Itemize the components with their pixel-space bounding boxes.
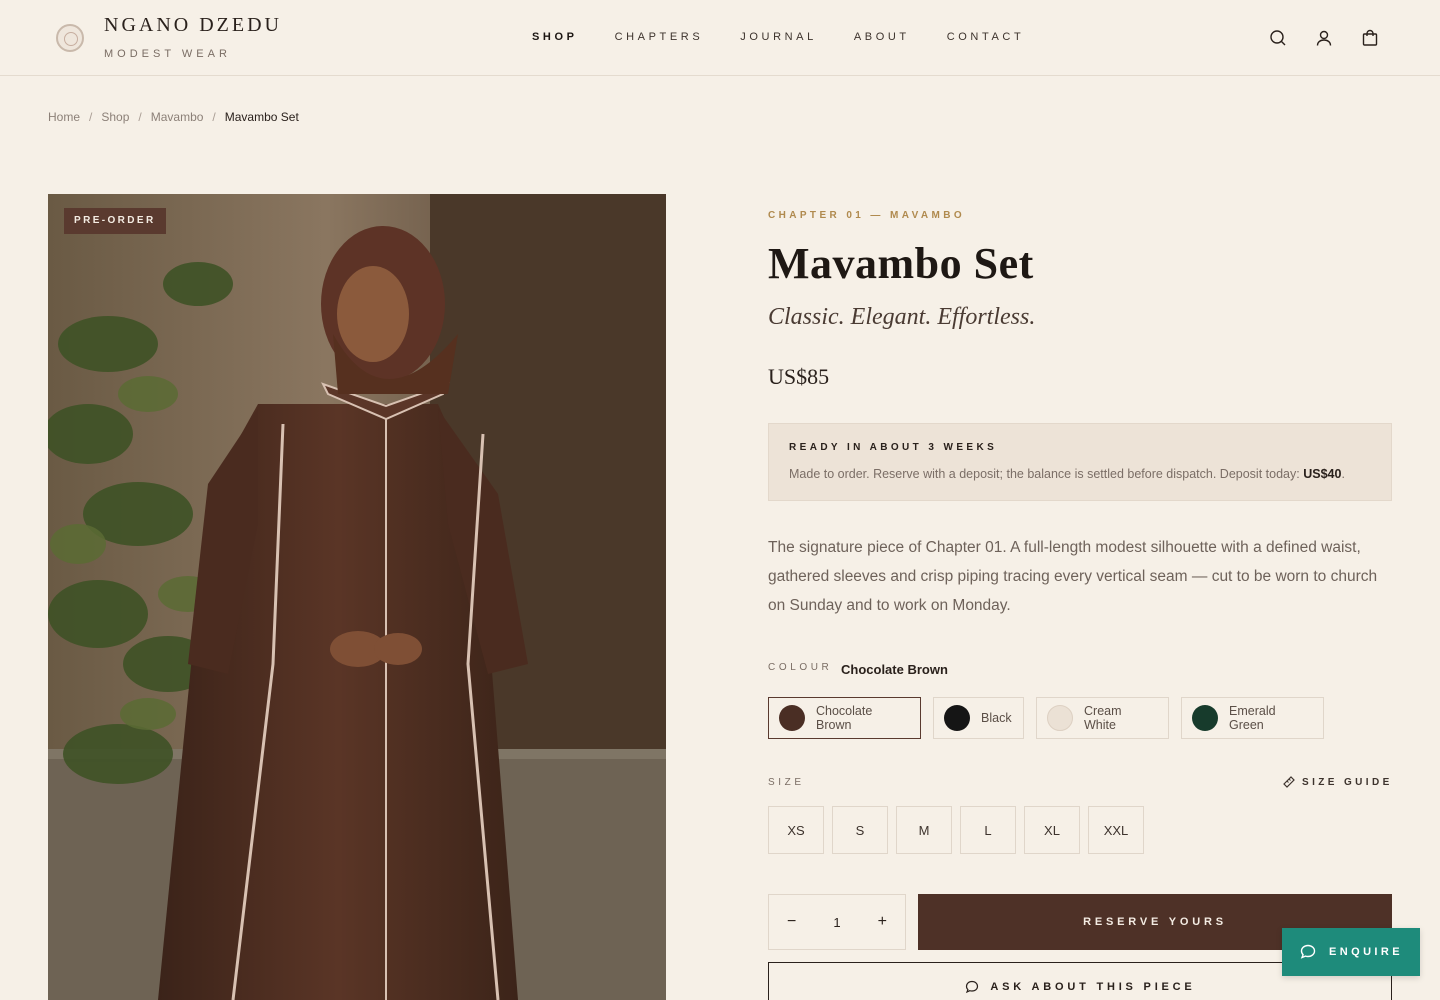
breadcrumb-separator: / bbox=[89, 110, 93, 124]
colour-option-label: Emerald Green bbox=[1229, 704, 1276, 732]
colour-label: COLOUR bbox=[768, 662, 833, 673]
notice-text: Made to order. Reserve with a deposit; t… bbox=[789, 467, 1345, 481]
product-photo bbox=[48, 194, 666, 1000]
size-option-s[interactable]: S bbox=[832, 806, 888, 854]
colour-dot bbox=[1192, 705, 1218, 731]
brand-tagline: MODEST WEAR bbox=[104, 48, 231, 60]
quantity-stepper: − 1 + bbox=[768, 894, 906, 950]
size-option-xl[interactable]: XL bbox=[1024, 806, 1080, 854]
chapter-eyebrow: CHAPTER 01 — MAVAMBO bbox=[768, 210, 966, 221]
main-nav: SHOP CHAPTERS JOURNAL ABOUT CONTACT bbox=[532, 31, 1024, 43]
cart-icon[interactable] bbox=[1360, 28, 1380, 48]
nav-item-shop[interactable]: SHOP bbox=[532, 31, 578, 43]
breadcrumb-separator: / bbox=[212, 110, 216, 124]
size-option-l[interactable]: L bbox=[960, 806, 1016, 854]
chat-bubble-icon bbox=[966, 980, 979, 994]
colour-option-chocolate-brown[interactable]: Chocolate Brown bbox=[768, 697, 921, 739]
ask-label: ASK ABOUT THIS PIECE bbox=[990, 981, 1196, 993]
breadcrumb-current: Mavambo Set bbox=[224, 110, 299, 124]
size-guide-label: SIZE GUIDE bbox=[1302, 776, 1393, 788]
ruler-icon bbox=[1283, 776, 1295, 788]
site-header: NGANO DZEDU MODEST WEAR SHOP CHAPTERS JO… bbox=[0, 0, 1440, 76]
colour-dot bbox=[944, 705, 970, 731]
size-option-m[interactable]: M bbox=[896, 806, 952, 854]
product-subtitle: Classic. Elegant. Effortless. bbox=[768, 304, 1036, 330]
colour-option-label: Chocolate Brown bbox=[816, 704, 873, 732]
breadcrumb-mavambo[interactable]: Mavambo bbox=[151, 110, 204, 124]
size-option-xs[interactable]: XS bbox=[768, 806, 824, 854]
notice-title: READY IN ABOUT 3 WEEKS bbox=[789, 442, 998, 453]
pre-order-notice: READY IN ABOUT 3 WEEKS Made to order. Re… bbox=[768, 423, 1392, 501]
size-option-xxl[interactable]: XXL bbox=[1088, 806, 1144, 854]
product-title: Mavambo Set bbox=[768, 239, 1034, 288]
colour-option-emerald-green[interactable]: Emerald Green bbox=[1181, 697, 1324, 739]
size-label: SIZE bbox=[768, 777, 805, 788]
colour-dot bbox=[779, 705, 805, 731]
brand-name[interactable]: NGANO DZEDU bbox=[104, 14, 282, 37]
colour-option-label: Cream White bbox=[1084, 704, 1122, 732]
size-guide-link[interactable]: SIZE GUIDE bbox=[1282, 775, 1393, 789]
enquire-label: ENQUIRE bbox=[1329, 946, 1403, 958]
quantity-decrease-button[interactable]: − bbox=[787, 913, 796, 931]
notice-trailing: . bbox=[1341, 467, 1345, 481]
breadcrumb-home[interactable]: Home bbox=[48, 110, 80, 124]
nav-item-chapters[interactable]: CHAPTERS bbox=[615, 31, 704, 43]
colour-option-black[interactable]: Black bbox=[933, 697, 1024, 739]
logo-icon[interactable] bbox=[56, 24, 84, 52]
nav-item-contact[interactable]: CONTACT bbox=[947, 31, 1025, 43]
colour-option-cream-white[interactable]: Cream White bbox=[1036, 697, 1169, 739]
breadcrumb: Home / Shop / Mavambo / Mavambo Set bbox=[48, 110, 299, 124]
colour-dot bbox=[1047, 705, 1073, 731]
product-description: The signature piece of Chapter 01. A ful… bbox=[768, 539, 1378, 614]
product-price: US$85 bbox=[768, 364, 830, 389]
colour-option-label: Black bbox=[981, 711, 1012, 725]
quantity-increase-button[interactable]: + bbox=[878, 913, 887, 931]
notice-body: Made to order. Reserve with a deposit; t… bbox=[789, 467, 1300, 481]
account-icon[interactable] bbox=[1314, 28, 1334, 48]
nav-item-journal[interactable]: JOURNAL bbox=[740, 31, 817, 43]
enquire-button[interactable]: ENQUIRE bbox=[1282, 928, 1420, 976]
quantity-value[interactable]: 1 bbox=[833, 915, 840, 930]
deposit-amount: US$40 bbox=[1303, 467, 1342, 481]
breadcrumb-shop[interactable]: Shop bbox=[101, 110, 129, 124]
chat-bubble-icon bbox=[1300, 944, 1316, 959]
nav-item-about[interactable]: ABOUT bbox=[854, 31, 910, 43]
search-icon[interactable] bbox=[1268, 28, 1288, 48]
colour-selected-value: Chocolate Brown bbox=[841, 662, 948, 677]
product-image[interactable] bbox=[48, 194, 666, 1000]
breadcrumb-separator: / bbox=[138, 110, 142, 124]
pre-order-badge: PRE-ORDER bbox=[64, 208, 166, 234]
